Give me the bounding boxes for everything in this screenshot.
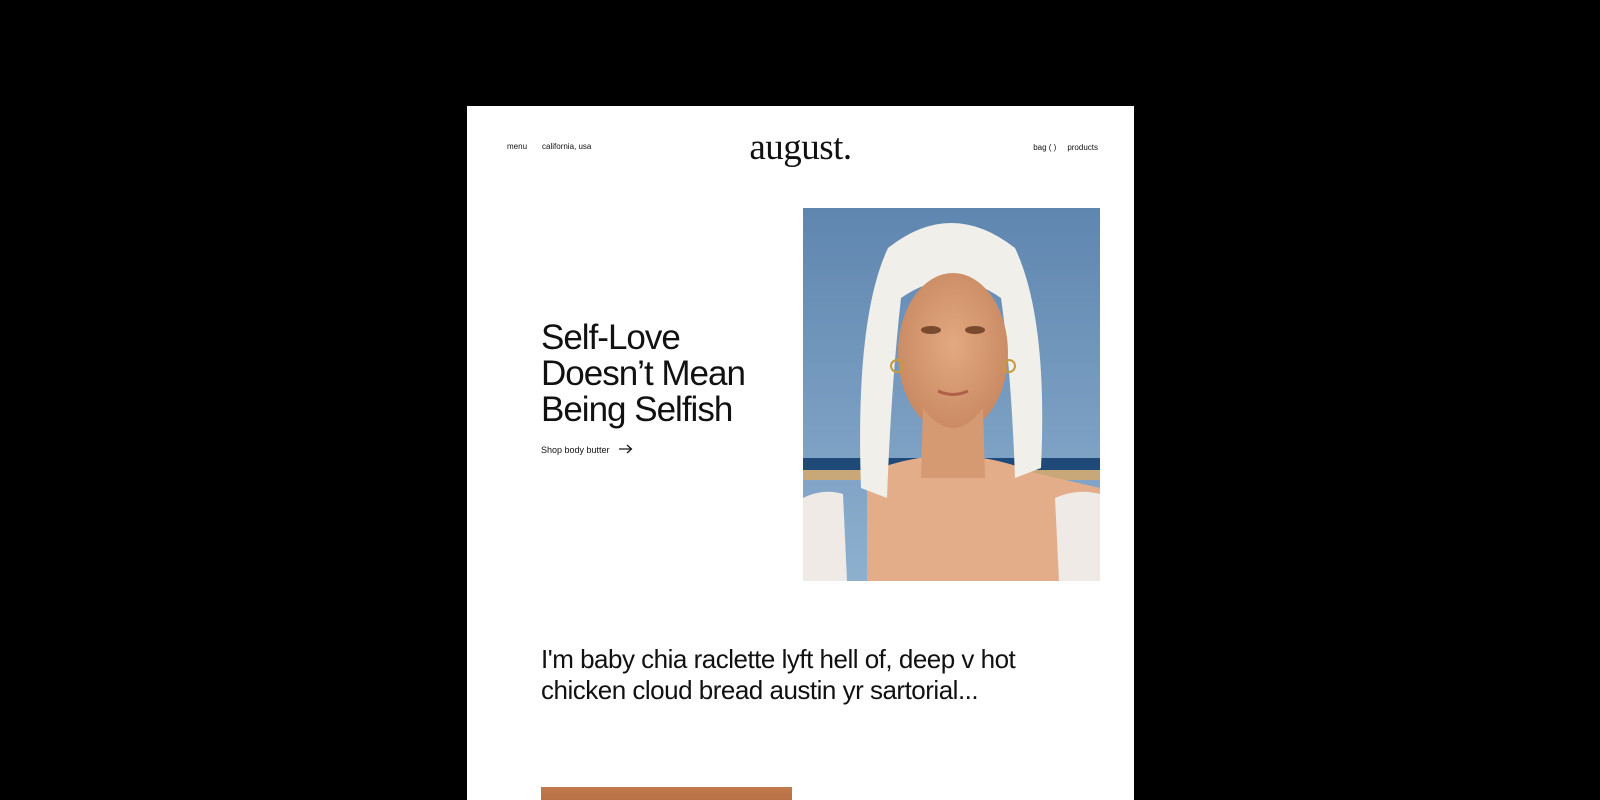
hero-portrait-image xyxy=(803,208,1100,581)
products-link[interactable]: products xyxy=(1067,143,1098,152)
page-canvas: menu california, usa august. bag ( ) pro… xyxy=(467,106,1134,800)
shop-body-butter-link[interactable]: Shop body butter xyxy=(541,444,633,456)
intro-paragraph: I'm baby chia raclette lyft hell of, dee… xyxy=(541,644,1016,705)
arrow-right-icon xyxy=(618,444,633,456)
hero-headline: Self-Love Doesn’t Mean Being Selfish xyxy=(541,318,746,429)
nav-right: bag ( ) products xyxy=(1033,143,1098,152)
shop-link-label: Shop body butter xyxy=(541,445,610,455)
bag-link[interactable]: bag ( ) xyxy=(1033,143,1056,152)
product-thumbnail-image[interactable] xyxy=(541,787,792,800)
